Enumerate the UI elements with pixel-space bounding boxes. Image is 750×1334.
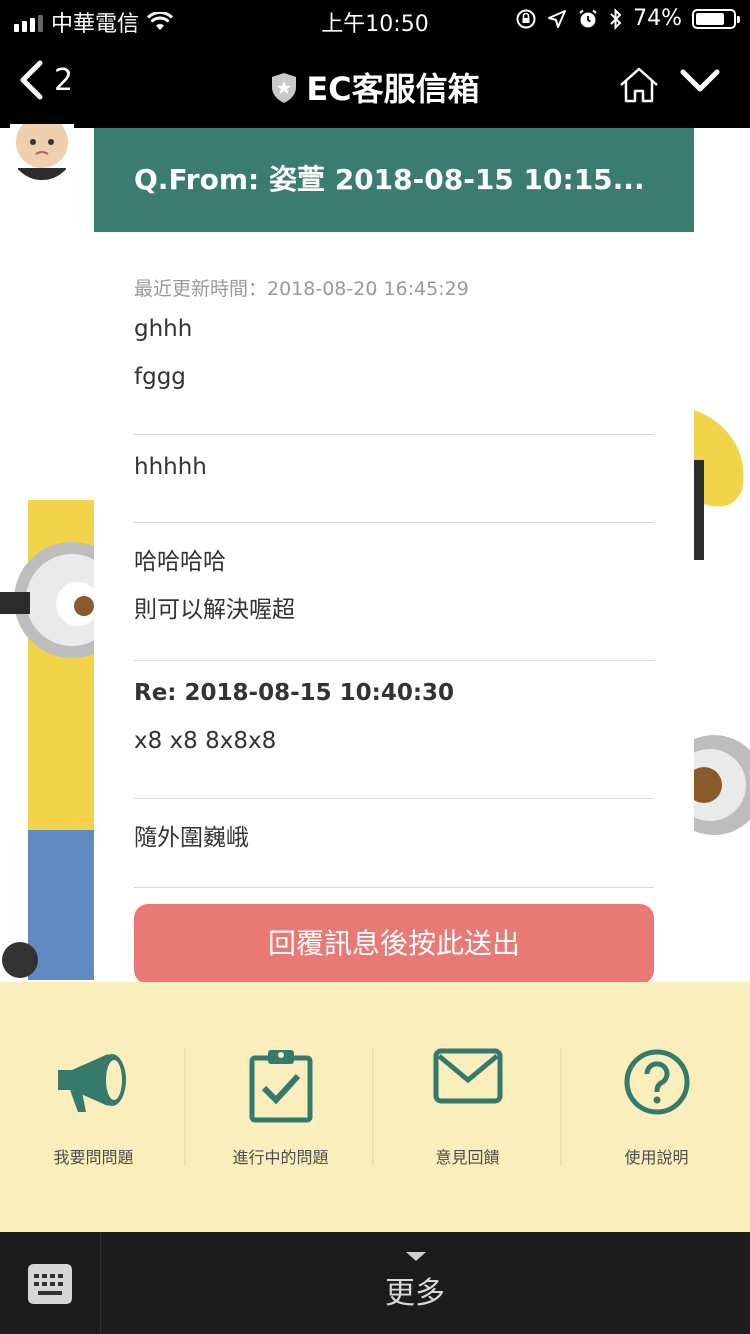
- menu-item-active-questions[interactable]: 進行中的問題: [187, 982, 374, 1232]
- question-from: Q.From: 姿萱 2018-08-15 10:15...: [134, 163, 645, 196]
- chevron-down-icon[interactable]: [680, 68, 720, 96]
- battery-icon: [692, 8, 740, 29]
- status-right: 74%: [515, 6, 740, 31]
- reply-submit-button[interactable]: 回覆訊息後按此送出: [134, 904, 654, 984]
- bottom-menu: 我要問問題 進行中的問題 意見回饋 使用說明: [0, 982, 750, 1232]
- more-button[interactable]: 更多: [0, 1268, 750, 1312]
- menu-label: 意見回饋: [435, 1148, 500, 1167]
- divider: [134, 434, 654, 435]
- envelope-icon: [433, 1048, 502, 1104]
- divider: [134, 522, 654, 523]
- alarm-icon: [579, 9, 597, 27]
- divider: [134, 798, 654, 799]
- nav-bar: 2 EC客服信箱: [0, 40, 750, 128]
- avatar: [10, 124, 74, 180]
- menu-item-ask-question[interactable]: 我要問問題: [0, 982, 187, 1232]
- question-circle-icon: [624, 1049, 689, 1115]
- message-line: fggg: [134, 364, 186, 390]
- menu-item-help[interactable]: 使用說明: [563, 982, 750, 1232]
- message-line: 隨外圍巍峨: [134, 825, 249, 851]
- divider: [134, 887, 654, 888]
- message-line: hhhhh: [134, 454, 207, 480]
- rotation-lock-icon: [516, 9, 536, 28]
- menu-label: 我要問問題: [53, 1148, 134, 1167]
- message-line: 則可以解決喔超: [134, 597, 295, 623]
- divider: [134, 660, 654, 661]
- minion-background-image-right: [694, 410, 750, 835]
- menu-separator: [560, 1048, 562, 1166]
- caret-down-icon: [406, 1252, 426, 1261]
- home-icon[interactable]: [618, 66, 660, 104]
- page-title-text: EC客服信箱: [306, 70, 480, 108]
- bottom-bar: 更多: [0, 1232, 750, 1334]
- battery-percent: 74%: [633, 6, 682, 31]
- menu-separator: [184, 1048, 186, 1166]
- bluetooth-icon: [610, 7, 622, 30]
- menu-label: 使用說明: [624, 1148, 689, 1167]
- reply-title: Re: 2018-08-15 10:40:30: [134, 680, 455, 706]
- status-bar: 中華電信 上午10:50 74%: [0, 0, 750, 40]
- message-line: x8 x8 8x8x8: [134, 728, 277, 754]
- clipboard-check-icon: [249, 1050, 312, 1123]
- shield-icon: [272, 73, 297, 103]
- menu-label: 進行中的問題: [232, 1148, 329, 1167]
- message-line: 哈哈哈哈: [134, 549, 226, 575]
- question-header: Q.From: 姿萱 2018-08-15 10:15...: [94, 128, 694, 232]
- megaphone-icon: [57, 1054, 126, 1112]
- message-line: ghhh: [134, 316, 193, 342]
- menu-item-feedback[interactable]: 意見回饋: [374, 982, 561, 1232]
- message-thread: 最近更新時間：2018-08-20 16:45:29 ghhh fggg hhh…: [94, 232, 694, 984]
- last-updated: 最近更新時間：2018-08-20 16:45:29: [134, 278, 469, 300]
- location-icon: [548, 9, 567, 28]
